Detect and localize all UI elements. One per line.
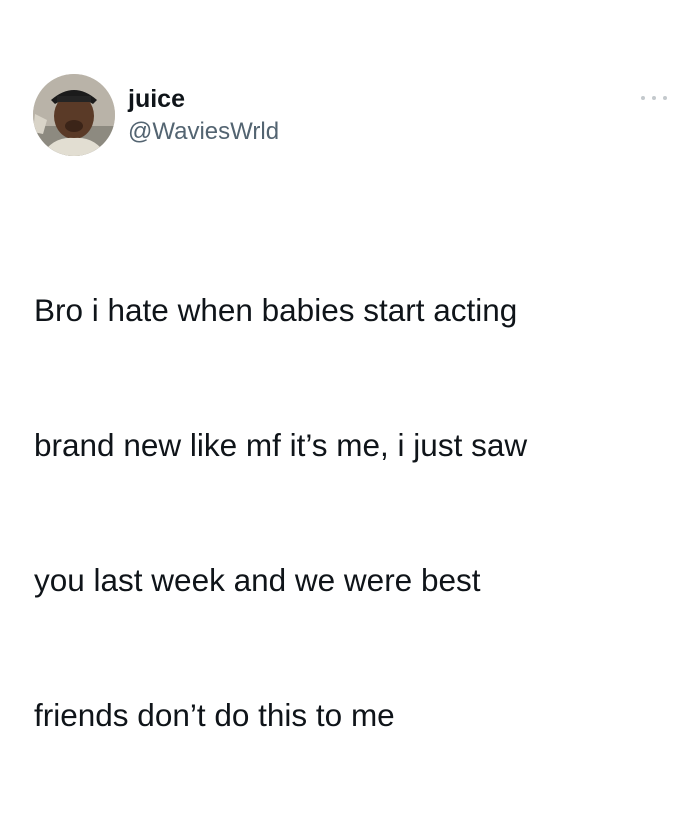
more-options-icon[interactable]: [641, 92, 667, 104]
avatar[interactable]: [33, 74, 115, 156]
more-options-dot: [652, 96, 656, 100]
more-options-dot: [641, 96, 645, 100]
tweet-text-line: brand new like mf it’s me, i just saw: [34, 427, 528, 463]
tweet-text-line: you last week and we were best: [34, 562, 481, 598]
tweet-text-line: friends don’t do this to me: [34, 697, 395, 733]
display-name[interactable]: juice: [128, 84, 185, 114]
user-handle[interactable]: @WaviesWrld: [128, 117, 279, 147]
avatar-photo: [33, 74, 115, 156]
tweet-card: juice @WaviesWrld Bro i hate when babies…: [0, 0, 700, 733]
tweet-text: Bro i hate when babies start acting bran…: [34, 198, 674, 828]
tweet-text-line: Bro i hate when babies start acting: [34, 292, 518, 328]
more-options-dot: [663, 96, 667, 100]
